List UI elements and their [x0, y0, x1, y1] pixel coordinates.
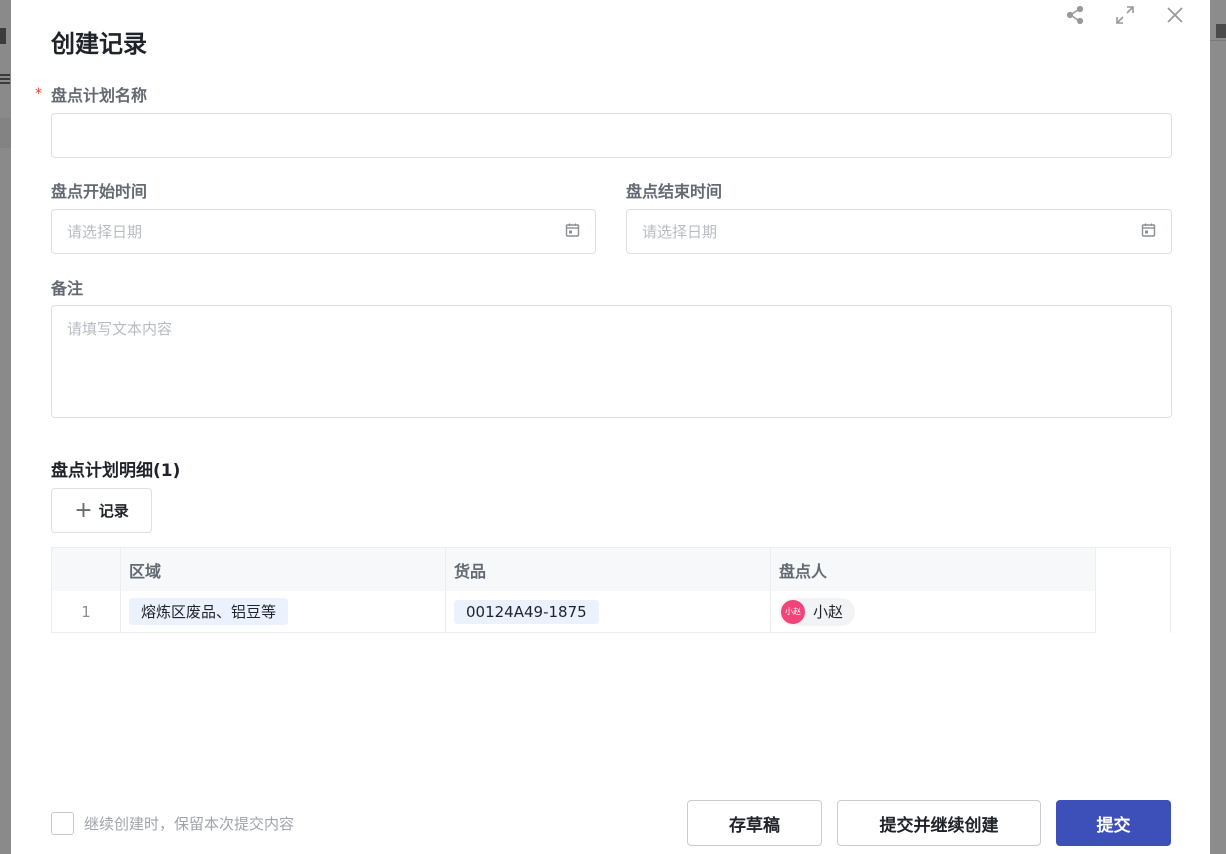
add-record-label: 记录: [98, 502, 129, 520]
close-icon[interactable]: [1150, 2, 1200, 28]
start-time-picker[interactable]: 请选择日期: [51, 209, 596, 254]
plus-icon: +: [74, 497, 93, 523]
plan-name-input[interactable]: [51, 113, 1172, 158]
calendar-icon: [565, 222, 580, 241]
details-table: 区域 货品 盘点人 1 熔炼区废品、铝豆等 00124A49-1875 小赵 小…: [51, 547, 1171, 633]
modal-toolbar: [1050, 2, 1200, 28]
table-header: 区域 货品 盘点人: [52, 548, 1096, 591]
background-glyph: [1216, 24, 1226, 38]
share-icon[interactable]: [1050, 2, 1100, 28]
keep-content-checkbox[interactable]: [51, 812, 74, 835]
avatar: 小赵: [781, 599, 805, 624]
submit-and-continue-button[interactable]: 提交并继续创建: [837, 800, 1041, 846]
goods-cell[interactable]: 00124A49-1875: [446, 591, 771, 632]
column-header-checker: 盘点人: [771, 548, 1096, 591]
details-section-title: 盘点计划明细(1): [51, 461, 181, 481]
row-index-cell: 1: [52, 591, 121, 632]
create-record-modal: 创建记录 * 盘点计划名称 盘点开始时间 请选择日期 盘点结束时间 请选择日期 …: [11, 0, 1210, 854]
plan-name-label: 盘点计划名称: [51, 86, 148, 105]
remarks-placeholder: 请填写文本内容: [67, 320, 173, 338]
goods-tag: 00124A49-1875: [454, 599, 599, 624]
checker-cell[interactable]: 小赵 小赵: [771, 591, 1096, 632]
end-time-label: 盘点结束时间: [626, 182, 723, 201]
keep-content-option[interactable]: 继续创建时，保留本次提交内容: [51, 812, 294, 835]
background-menu-glyph: [0, 74, 10, 76]
fullscreen-icon[interactable]: [1100, 2, 1150, 28]
user-chip: 小赵 小赵: [779, 597, 856, 626]
area-cell[interactable]: 熔炼区废品、铝豆等: [121, 591, 446, 632]
end-time-picker[interactable]: 请选择日期: [626, 209, 1172, 254]
add-record-button[interactable]: + 记录: [51, 488, 152, 533]
modal-title: 创建记录: [51, 30, 147, 58]
column-header-area: 区域: [121, 548, 446, 591]
remarks-textarea[interactable]: 请填写文本内容: [51, 305, 1172, 418]
table-row[interactable]: 1 熔炼区废品、铝豆等 00124A49-1875 小赵 小赵: [52, 591, 1096, 633]
required-mark: *: [35, 86, 42, 102]
background-app-left: [0, 0, 11, 854]
background-divider: [1210, 40, 1226, 41]
calendar-icon: [1141, 222, 1156, 241]
save-draft-button[interactable]: 存草稿: [687, 800, 822, 846]
row-index: 1: [81, 602, 91, 621]
header-index-cell: [52, 548, 121, 591]
start-time-label: 盘点开始时间: [51, 182, 148, 201]
end-time-placeholder: 请选择日期: [642, 223, 718, 241]
start-time-placeholder: 请选择日期: [67, 223, 143, 241]
background-app-right: [1210, 0, 1226, 854]
checker-name: 小赵: [813, 603, 844, 621]
background-block: [0, 118, 11, 148]
keep-content-label: 继续创建时，保留本次提交内容: [84, 815, 295, 833]
background-glyph: [0, 28, 6, 44]
column-header-goods: 货品: [446, 548, 771, 591]
area-tag: 熔炼区废品、铝豆等: [129, 598, 289, 625]
remarks-label: 备注: [51, 279, 84, 298]
submit-button[interactable]: 提交: [1056, 800, 1171, 846]
